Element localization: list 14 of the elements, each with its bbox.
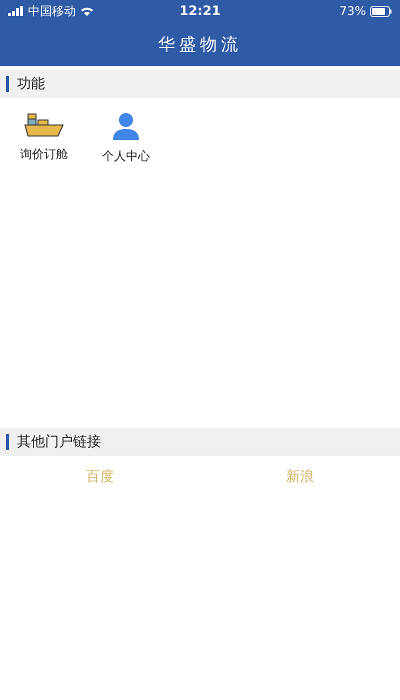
section-title: 其他门户链接 (17, 433, 101, 451)
battery-percent: 73% (339, 4, 366, 18)
feature-label: 询价订舱 (20, 146, 68, 163)
person-icon (111, 112, 141, 142)
battery-icon (370, 6, 392, 16)
clock-time: 12:21 (179, 4, 221, 18)
wifi-icon (80, 6, 94, 16)
signal-icon (8, 6, 24, 16)
section-title: 功能 (17, 75, 45, 93)
feature-label: 个人中心 (102, 148, 150, 165)
app-title: 华盛物流 (158, 34, 242, 56)
carrier-name: 中国移动 (28, 2, 76, 20)
feature-tile[interactable]: 个人中心 (94, 112, 158, 165)
feature-tile[interactable]: 询价订舱 (12, 112, 76, 163)
